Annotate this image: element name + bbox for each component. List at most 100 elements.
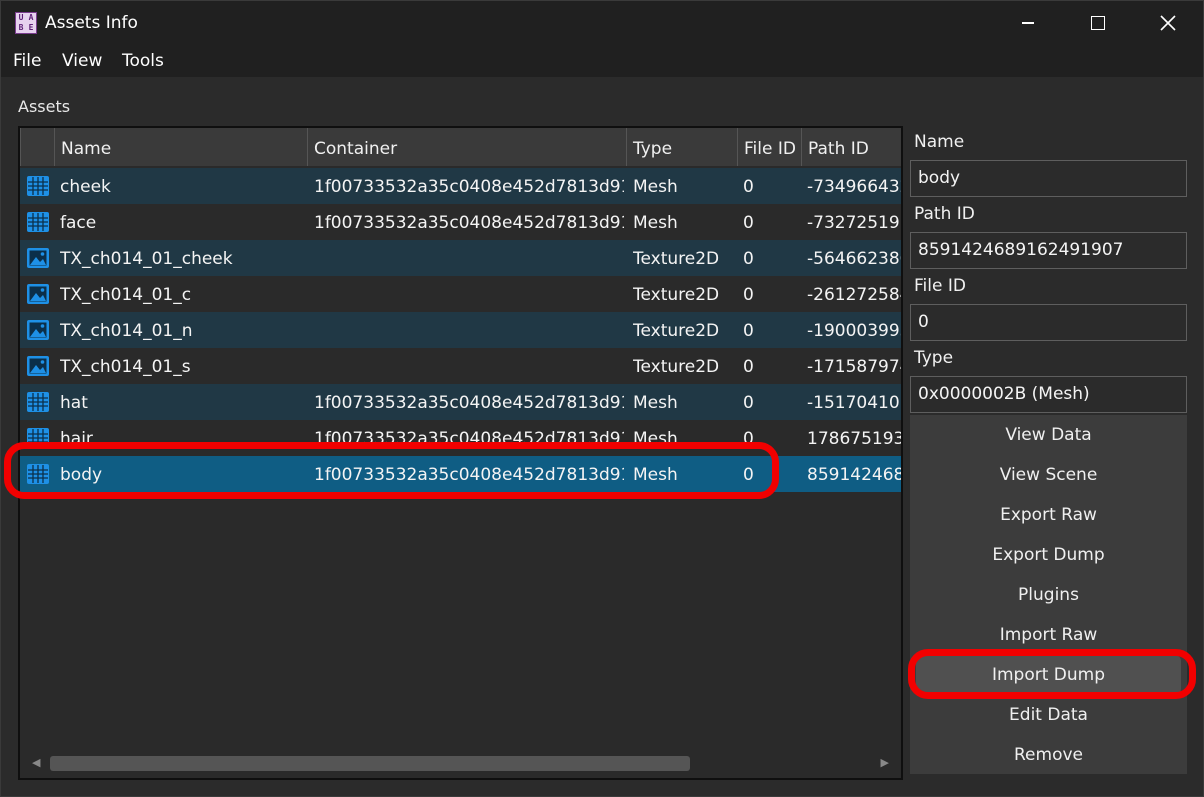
import-dump-button[interactable]: Import Dump [916,655,1181,695]
cell-container [314,348,624,384]
cell-file-id: 0 [743,177,754,197]
cell-name: cheek [60,177,111,197]
cell-path-id: -190003993 [807,321,901,341]
edit-data-button[interactable]: Edit Data [910,695,1187,735]
type-label: Type [914,348,954,368]
cell-type: Texture2D [633,249,720,269]
cell-name: TX_ch014_01_c [60,285,192,305]
column-header-name[interactable]: Name [54,128,307,166]
cell-container [314,240,624,276]
cell-type: Texture2D [633,285,720,305]
image-icon [26,354,50,378]
table-row[interactable]: TX_ch014_01_n Texture2D 0 -190003993 [20,312,901,348]
table-row[interactable]: TX_ch014_01_c Texture2D 0 -261272584 [20,276,901,312]
window-title: Assets Info [45,13,138,33]
close-button[interactable] [1133,1,1203,45]
cell-name: face [60,213,97,233]
mesh-icon [26,426,50,450]
cell-file-id: 0 [743,213,754,233]
minimize-icon [1022,22,1034,24]
cell-file-id: 0 [743,249,754,269]
cell-container [314,276,624,312]
cell-container: 1f00733532a35c0408e452d7813d91d2 [314,465,624,485]
header-icon-column[interactable] [20,128,54,166]
close-icon [1160,15,1176,31]
name-field[interactable]: body [910,160,1187,197]
mesh-icon [26,210,50,234]
table-row[interactable]: body 1f00733532a35c0408e452d7813d91d2 Mesh… [20,456,901,492]
table-row[interactable]: hair 1f00733532a35c0408e452d7813d91d2 Mesh… [20,420,901,456]
assets-info-window: UA BE Assets Info File View Tools Assets… [0,0,1204,797]
table-row[interactable]: face 1f00733532a35c0408e452d7813d91d2 Mesh… [20,204,901,240]
export-raw-button[interactable]: Export Raw [910,495,1187,535]
image-icon [26,318,50,342]
cell-type: Mesh [633,177,678,197]
cell-file-id: 0 [743,321,754,341]
image-icon [26,246,50,270]
cell-path-id: -732725191 [807,213,901,233]
minimize-button[interactable] [993,1,1063,45]
cell-path-id: 8591424689 [807,465,901,485]
type-field[interactable]: 0x0000002B (Mesh) [910,376,1187,413]
cell-path-id: -151704101 [807,393,901,413]
cell-path-id: -564662386 [807,249,901,269]
mesh-icon [26,462,50,486]
table-row[interactable]: cheek 1f00733532a35c0408e452d7813d91d2 Mes… [20,168,901,204]
mesh-icon [26,390,50,414]
menu-file[interactable]: File [13,51,41,71]
cell-path-id: -171587974 [807,357,901,377]
cell-container: 1f00733532a35c0408e452d7813d91d2 [314,429,624,449]
path-id-field[interactable]: 8591424689162491907 [910,232,1187,269]
maximize-button[interactable] [1063,1,1133,45]
scrollbar-thumb[interactable] [50,756,690,771]
export-dump-button[interactable]: Export Dump [910,535,1187,575]
table-row[interactable]: hat 1f00733532a35c0408e452d7813d91d2 Mesh 0… [20,384,901,420]
cell-file-id: 0 [743,285,754,305]
cell-container [314,312,624,348]
view-scene-button[interactable]: View Scene [910,455,1187,495]
menu-view[interactable]: View [62,51,102,71]
table-row[interactable]: TX_ch014_01_s Texture2D 0 -171587974 [20,348,901,384]
cell-name: hair [60,429,93,449]
image-icon [26,282,50,306]
menu-bar: File View Tools [1,45,1203,77]
cell-path-id: 1786751931 [807,429,901,449]
horizontal-scrollbar[interactable]: ◀ ▶ [22,750,899,776]
list-header: Name Container Type File ID Path ID [20,128,901,166]
cell-file-id: 0 [743,465,754,485]
assets-list[interactable]: Name Container Type File ID Path ID chee… [18,126,903,780]
column-header-path-id[interactable]: Path ID [801,128,901,166]
cell-file-id: 0 [743,393,754,413]
cell-container: 1f00733532a35c0408e452d7813d91d2 [314,393,624,413]
cell-container: 1f00733532a35c0408e452d7813d91d2 [314,177,624,197]
cell-type: Mesh [633,465,678,485]
table-row[interactable]: TX_ch014_01_cheek Texture2D 0 -564662386 [20,240,901,276]
column-header-file-id[interactable]: File ID [737,128,801,166]
actions-panel: View Data View Scene Export Raw Export D… [910,415,1187,774]
cell-file-id: 0 [743,357,754,377]
cell-name: TX_ch014_01_s [60,357,191,377]
plugins-button[interactable]: Plugins [910,575,1187,615]
menu-tools[interactable]: Tools [122,51,164,71]
import-raw-button[interactable]: Import Raw [910,615,1187,655]
file-id-label: File ID [914,276,966,296]
cell-type: Texture2D [633,357,720,377]
app-icon: UA BE [15,12,37,34]
cell-container: 1f00733532a35c0408e452d7813d91d2 [314,213,624,233]
title-bar[interactable]: UA BE Assets Info [1,1,1203,45]
scroll-right-icon[interactable]: ▶ [881,756,889,769]
view-data-button[interactable]: View Data [910,415,1187,455]
column-header-container[interactable]: Container [307,128,626,166]
remove-button[interactable]: Remove [910,735,1187,775]
cell-path-id: -261272584 [807,285,901,305]
cell-type: Mesh [633,429,678,449]
cell-name: TX_ch014_01_cheek [60,249,233,269]
scroll-left-icon[interactable]: ◀ [32,756,40,769]
cell-name: TX_ch014_01_n [60,321,193,341]
cell-type: Texture2D [633,321,720,341]
name-label: Name [914,132,965,152]
cell-type: Mesh [633,213,678,233]
file-id-field[interactable]: 0 [910,304,1187,341]
cell-name: hat [60,393,88,413]
column-header-type[interactable]: Type [626,128,737,166]
